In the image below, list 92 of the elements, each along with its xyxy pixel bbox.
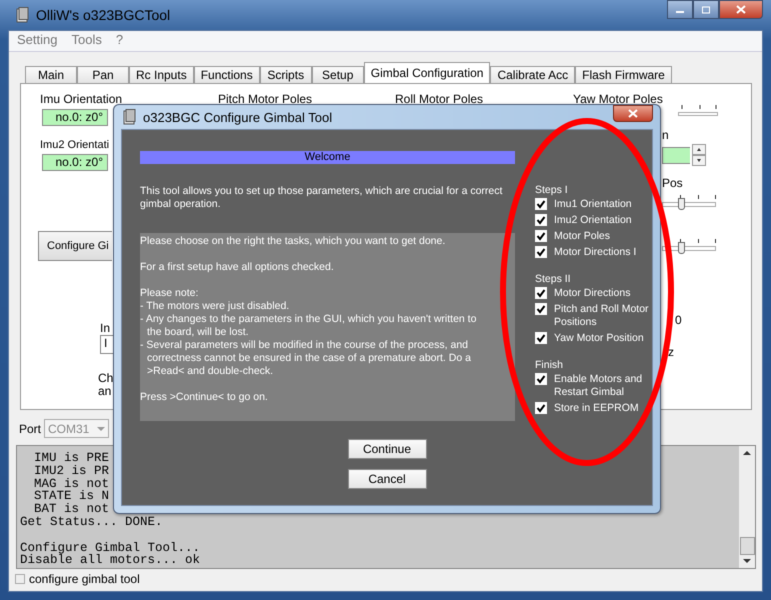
checkbox[interactable] (535, 373, 547, 385)
dialog-button[interactable]: Cancel (348, 469, 426, 489)
tab[interactable]: Gimbal Configuration (364, 62, 490, 83)
tab[interactable]: Flash Firmware (575, 66, 672, 83)
app-icon (123, 109, 137, 125)
menu-item[interactable]: Tools (71, 32, 102, 50)
checkbox[interactable] (535, 246, 547, 258)
field-label: Roll Motor Poles (395, 92, 484, 106)
close-icon (736, 5, 746, 14)
instruction-text: Please note: (140, 287, 200, 300)
instruction-text: - Any changes to the parameters in the GUI, which you haven't written to the board, will be lost. (140, 313, 478, 339)
log-line: BAT is not (33, 503, 110, 516)
log-line: Configure Gimbal Tool... (20, 542, 200, 554)
checkbox[interactable] (535, 230, 547, 242)
field-label: Pos (662, 176, 683, 190)
tab[interactable]: Setup (312, 66, 364, 83)
app-icon (16, 7, 30, 23)
spin-up-button[interactable] (692, 144, 706, 155)
tab[interactable]: Calibrate Acc (490, 66, 576, 83)
spin-down-button[interactable] (692, 155, 706, 166)
orientation-field[interactable]: no.0: z0° (42, 109, 108, 126)
instruction-text: - The motors were just disabled. (140, 300, 290, 313)
instruction-text: Press >Continue< to go on. (140, 391, 269, 404)
maximize-button[interactable] (693, 0, 719, 19)
configure-button[interactable]: Configure Gi (38, 231, 112, 261)
field-label: n (662, 128, 669, 142)
intro-text: This tool allows you to set up those parameters, which are crucial for a correct gimbal operation. (140, 185, 504, 211)
checkbox-label[interactable]: Yaw Motor Position (554, 332, 644, 345)
menu-item[interactable]: ? (116, 32, 124, 50)
maximize-icon (701, 6, 711, 14)
checkbox[interactable] (535, 198, 547, 210)
close-icon (628, 109, 638, 118)
scrollbar-thumb[interactable] (740, 537, 754, 555)
slider[interactable] (662, 193, 716, 211)
field-label: 0 (675, 313, 682, 327)
tab[interactable]: Scripts (260, 66, 312, 83)
group-title: Steps II (535, 273, 572, 285)
log-line: STATE is N (33, 490, 110, 504)
field-label: Pitch Motor Poles (218, 92, 312, 106)
checkbox-label[interactable]: Imu2 Orientation (554, 214, 632, 227)
group-title: Steps I (535, 184, 569, 196)
checkbox-label[interactable]: Motor Directions (554, 287, 630, 300)
tab[interactable]: Functions (194, 66, 260, 83)
menu-item[interactable]: Setting (17, 32, 58, 50)
tab[interactable]: Rc Inputs (129, 66, 194, 83)
dialog-title: o323BGC Configure Gimbal Tool (143, 110, 332, 124)
note-text: Ch (98, 372, 114, 385)
log-line: IMU is PRE (33, 452, 110, 465)
instruction-text: For a first setup have all options checked. (140, 261, 335, 274)
status-label: configure gimbal tool (29, 572, 140, 586)
close-button[interactable] (613, 105, 653, 122)
checkbox[interactable] (535, 402, 547, 414)
number-field[interactable] (662, 146, 690, 164)
scroll-down-icon[interactable] (743, 559, 751, 564)
port-label: Port (19, 422, 42, 436)
caret-icon (97, 426, 106, 430)
checkbox[interactable] (15, 574, 25, 584)
field-label: Yaw Motor Poles (573, 92, 663, 106)
checkbox-label[interactable]: Enable Motors and Restart Gimbal (554, 373, 652, 399)
log-line: Get Status... DONE. (20, 516, 163, 529)
minimize-button[interactable] (667, 0, 693, 19)
note-text: an (98, 385, 112, 398)
checkbox[interactable] (535, 214, 547, 226)
orientation-field[interactable]: no.0: z0° (42, 154, 108, 171)
log-line: MAG is not (33, 478, 110, 490)
group-title: Finish (535, 359, 564, 371)
field-label: Imu2 Orientati (40, 139, 110, 151)
instruction-text: Please choose on the right the tasks, which you want to get done. (140, 235, 446, 248)
scrollbar[interactable] (739, 446, 755, 568)
tab[interactable]: Pan (77, 66, 129, 83)
checkbox-label[interactable]: Motor Directions I (554, 246, 636, 259)
section-header: Welcome (140, 151, 515, 164)
log-line: IMU2 is PR (33, 464, 110, 478)
checkbox-label[interactable]: Store in EEPROM (554, 402, 639, 415)
checkbox[interactable] (535, 332, 547, 344)
instruction-text: - Several parameters will be modified in the course of the process, and correctness cannot be ensured in the case of a premature abort. Do a >Read< and double-check. (140, 339, 472, 378)
checkbox[interactable] (535, 303, 547, 315)
field-label: In (100, 321, 110, 335)
log-line: Disable all motors... ok (20, 554, 200, 568)
checkbox-label[interactable]: Pitch and Roll Motor Positions (554, 303, 652, 329)
checkbox[interactable] (535, 287, 547, 299)
field-label: Imu Orientation (40, 92, 122, 106)
slider[interactable] (662, 237, 716, 255)
window-title: OlliW's o323BGCTool (36, 7, 170, 23)
close-button[interactable] (719, 0, 763, 19)
checkbox-label[interactable]: Motor Poles (554, 230, 610, 243)
field-label: z (668, 345, 674, 359)
checkbox-label[interactable]: Imu1 Orientation (554, 198, 632, 211)
dialog-button[interactable]: Continue (348, 439, 426, 459)
tab[interactable]: Main (25, 66, 77, 83)
tick-scale (678, 102, 718, 118)
scroll-up-icon[interactable] (743, 450, 751, 455)
